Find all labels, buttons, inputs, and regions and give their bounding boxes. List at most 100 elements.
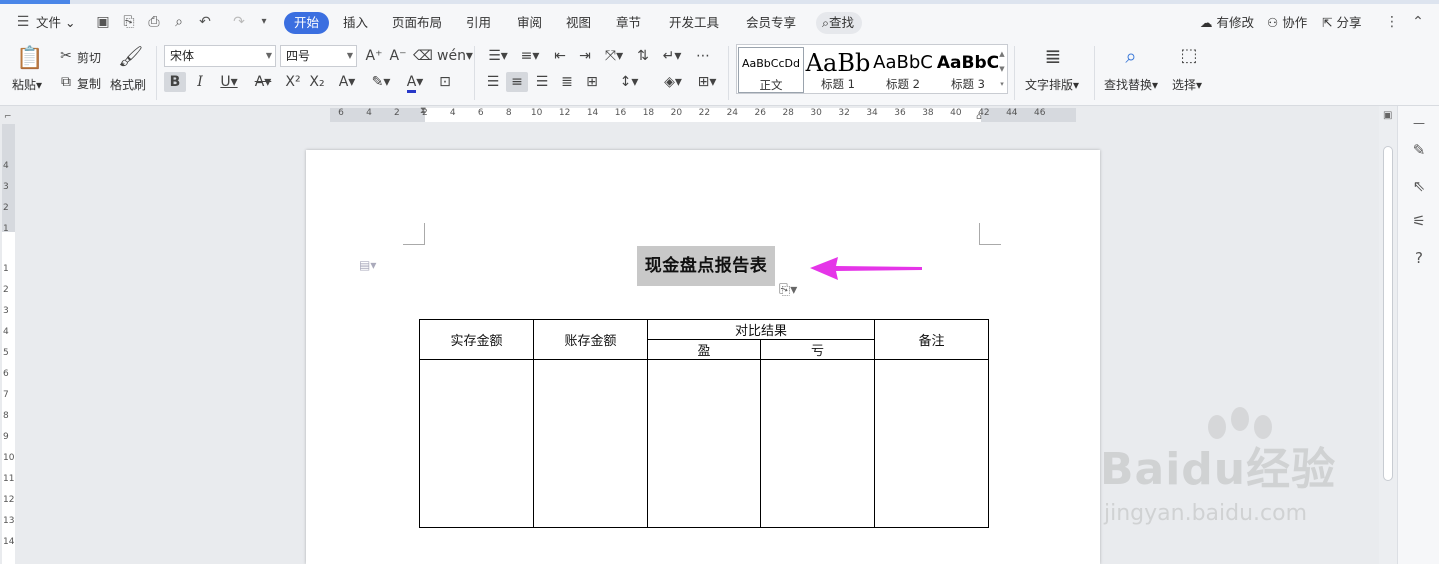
borders-icon[interactable]: ⊞▾ xyxy=(692,72,722,92)
font-name-select[interactable]: 宋体 ▼ xyxy=(164,45,276,67)
char-border-icon[interactable]: ⊡ xyxy=(434,72,456,92)
tab-view[interactable]: 视图 xyxy=(566,12,591,34)
select-button[interactable]: 选择▾ xyxy=(1172,76,1202,93)
vertical-scrollbar[interactable]: ▣ xyxy=(1379,106,1397,564)
header-compare-result[interactable]: 对比结果 xyxy=(646,319,876,340)
table-lines-icon[interactable]: ⋯ xyxy=(692,46,714,66)
print-icon[interactable]: ⎙ xyxy=(145,13,163,31)
scrollbar-thumb[interactable] xyxy=(1383,146,1393,481)
tab-home[interactable]: 开始 xyxy=(284,12,330,34)
pen-icon[interactable]: ✎ xyxy=(1408,139,1430,161)
paste-options-icon[interactable]: ⎘▾ xyxy=(779,282,797,298)
show-marks-icon[interactable]: ↵▾ xyxy=(658,46,686,66)
distributed-icon[interactable]: ⊞ xyxy=(581,72,603,92)
split-view-icon[interactable]: ▣ xyxy=(1383,110,1392,121)
table-cell[interactable] xyxy=(533,359,648,528)
clear-format-icon[interactable]: ⌫ xyxy=(412,46,434,66)
vertical-ruler[interactable]: 4 3 2 1 1 2 3 4 5 6 7 8 9 10 11 12 13 14 xyxy=(0,124,17,564)
align-left-icon[interactable]: ☰ xyxy=(482,72,504,92)
cursor-select-icon[interactable]: ⇖ xyxy=(1408,175,1430,197)
header-actual-amount[interactable]: 实存金额 xyxy=(419,319,534,360)
highlight-icon[interactable]: ✎▾ xyxy=(366,72,396,92)
shading-icon[interactable]: ◈▾ xyxy=(658,72,688,92)
tab-section[interactable]: 章节 xyxy=(616,12,641,34)
grow-font-icon[interactable]: A⁺ xyxy=(363,46,385,66)
superscript-icon[interactable]: X² xyxy=(282,72,304,92)
tab-insert[interactable]: 插入 xyxy=(343,12,368,34)
tab-page-layout[interactable]: 页面布局 xyxy=(392,12,442,34)
text-layout-button[interactable]: 文字排版▾ xyxy=(1025,76,1079,93)
align-right-icon[interactable]: ☰ xyxy=(531,72,553,92)
style-normal[interactable]: AaBbCcDd 正文 xyxy=(738,47,804,93)
format-painter-button[interactable]: 格式刷 xyxy=(110,76,146,93)
search-button[interactable]: ⌕查找 xyxy=(816,12,863,34)
line-spacing-icon[interactable]: ↕▾ xyxy=(614,72,644,92)
header-surplus[interactable]: 盈 xyxy=(647,339,761,360)
print-preview-icon[interactable]: ⌕ xyxy=(170,13,188,31)
adjust-icon[interactable]: ⚟ xyxy=(1408,210,1430,232)
table-cell[interactable] xyxy=(759,359,876,528)
tab-member[interactable]: 会员专享 xyxy=(746,12,796,34)
redo-icon[interactable]: ↷ xyxy=(230,13,248,31)
brush-icon[interactable]: 🖌 xyxy=(118,46,143,72)
cut-button[interactable]: 剪切 xyxy=(77,49,101,66)
copy-button[interactable]: 复制 xyxy=(77,75,101,92)
collapse-ribbon-icon[interactable]: ⌃ xyxy=(1409,13,1427,31)
text-effect-icon[interactable]: A▾ xyxy=(333,72,361,92)
right-indent-marker-icon[interactable]: ⌂ xyxy=(976,112,982,122)
header-book-amount[interactable]: 账存金额 xyxy=(533,319,648,360)
more-options-icon[interactable]: ⋮ xyxy=(1383,13,1401,31)
horizontal-ruler[interactable]: 6 4 2 2 4 6 8 10 12 14 16 18 20 22 24 26 28 30 32 34 36 38 40 4… xyxy=(0,106,1400,124)
paste-button[interactable]: 粘贴▾ xyxy=(12,76,42,93)
indent-marker-icon[interactable]: ⧗ xyxy=(420,106,426,116)
decrease-indent-icon[interactable]: ⇤ xyxy=(549,46,571,66)
panel-collapse-icon[interactable]: — xyxy=(1408,112,1430,134)
bullet-list-icon[interactable]: ☰▾ xyxy=(484,46,512,66)
quick-access-dropdown-icon[interactable]: ▾ xyxy=(255,13,273,31)
chinese-layout-icon[interactable]: ⤧▾ xyxy=(600,46,628,66)
bold-icon[interactable]: B xyxy=(164,72,186,92)
strikethrough-icon[interactable]: A▾ xyxy=(249,72,277,92)
help-icon[interactable]: ? xyxy=(1408,247,1430,269)
find-replace-icon[interactable]: ⌕ xyxy=(1118,46,1144,72)
sort-icon[interactable]: ⇅ xyxy=(632,46,654,66)
style-heading-1[interactable]: AaBb 标题 1 xyxy=(805,47,871,93)
scissors-icon[interactable]: ✂ xyxy=(55,46,77,66)
align-center-icon[interactable]: ≡ xyxy=(506,72,528,92)
text-layout-icon[interactable]: ≣ xyxy=(1040,46,1066,72)
underline-icon[interactable]: U▾ xyxy=(214,72,244,92)
find-replace-button[interactable]: 查找替换▾ xyxy=(1104,76,1158,93)
modified-status[interactable]: ☁ 有修改 xyxy=(1200,12,1254,34)
output-icon[interactable]: ⎘ xyxy=(120,13,138,31)
style-heading-2[interactable]: AaBbC 标题 2 xyxy=(870,47,936,93)
justify-icon[interactable]: ≣ xyxy=(556,72,578,92)
table-cell[interactable] xyxy=(647,359,761,528)
font-size-select[interactable]: 四号 ▼ xyxy=(280,45,357,67)
undo-icon[interactable]: ↶ xyxy=(196,13,214,31)
styles-scroll-icon[interactable]: ▲ ▼ ▾ xyxy=(998,47,1006,92)
tab-stop-icon[interactable]: ⌐ xyxy=(4,112,12,122)
tab-developer[interactable]: 开发工具 xyxy=(669,12,719,34)
italic-icon[interactable]: I xyxy=(189,72,211,92)
collaborate-button[interactable]: ⚇ 协作 xyxy=(1267,12,1307,34)
paste-icon[interactable]: 📋 xyxy=(16,46,43,72)
subscript-icon[interactable]: X₂ xyxy=(306,72,328,92)
header-deficit[interactable]: 亏 xyxy=(759,339,876,360)
hamburger-menu-icon[interactable]: ☰ xyxy=(14,13,32,31)
header-note[interactable]: 备注 xyxy=(874,319,990,360)
report-table[interactable]: 实存金额 账存金额 对比结果 备注 盈 亏 xyxy=(419,319,990,528)
style-heading-3[interactable]: AaBbC 标题 3 xyxy=(935,47,1001,93)
tab-review[interactable]: 审阅 xyxy=(517,12,542,34)
copy-icon[interactable]: ⧉ xyxy=(55,72,77,92)
paragraph-handle-icon[interactable]: ▤▾ xyxy=(359,258,376,272)
file-menu[interactable]: 文件 ⌄ xyxy=(36,12,75,34)
save-icon[interactable]: ▣ xyxy=(94,13,112,31)
select-icon[interactable]: ⬚ xyxy=(1176,46,1202,72)
share-button[interactable]: ⇱ 分享 xyxy=(1322,12,1361,34)
phonetic-guide-icon[interactable]: wén▾ xyxy=(437,46,473,66)
increase-indent-icon[interactable]: ⇥ xyxy=(574,46,596,66)
font-color-icon[interactable]: A▾ xyxy=(400,72,430,93)
numbered-list-icon[interactable]: ≡▾ xyxy=(516,46,544,66)
table-cell[interactable] xyxy=(419,359,534,528)
tab-references[interactable]: 引用 xyxy=(466,12,491,34)
